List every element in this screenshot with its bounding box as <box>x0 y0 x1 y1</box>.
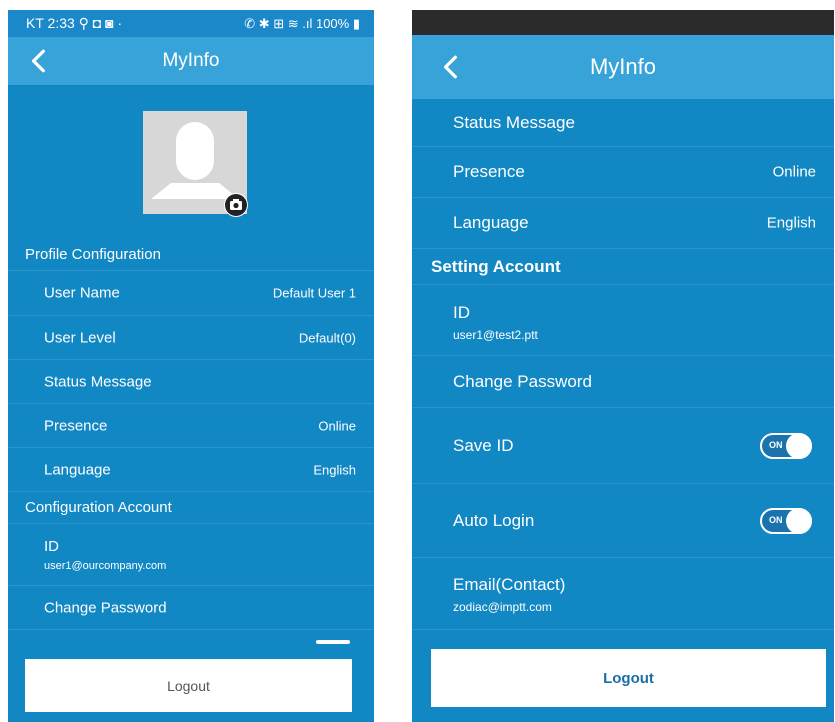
toggle-state-label: ON <box>769 440 783 450</box>
row-status-message[interactable]: Status Message <box>412 99 834 147</box>
logout-button[interactable]: Logout <box>431 649 826 707</box>
status-bar-right: ✆ ✱ ⊞ ≋ .ıl 100% ▮ <box>244 15 360 31</box>
row-change-password[interactable]: Change Password <box>8 586 374 630</box>
right-phone-screen: MyInfo Status Message Presence Online La… <box>412 10 834 722</box>
row-presence[interactable]: Presence Online <box>412 147 834 198</box>
toggle-state-label: ON <box>769 515 783 525</box>
section-label: Setting Account <box>431 256 561 276</box>
logout-button[interactable]: Logout <box>25 659 352 712</box>
row-label: Presence <box>44 417 108 434</box>
left-phone-screen: KT 2:33 ⚲ ◘ ◙ · ✆ ✱ ⊞ ≋ .ıl 100% ▮ MyInf… <box>8 10 374 722</box>
row-value: English <box>766 214 816 232</box>
row-label: ID <box>44 538 59 555</box>
row-value: English <box>313 462 356 477</box>
save-id-toggle[interactable]: ON <box>760 433 812 459</box>
section-setting-account: Setting Account <box>412 249 834 285</box>
row-label: Change Password <box>453 371 592 391</box>
row-label: Status Message <box>44 373 152 390</box>
row-label: Change Password <box>44 599 167 616</box>
row-id[interactable]: ID user1@test2.ptt <box>412 285 834 356</box>
row-email-contact[interactable]: Email(Contact) zodiac@imptt.com <box>412 558 834 630</box>
row-language[interactable]: Language English <box>412 198 834 249</box>
row-label: Save ID <box>453 435 514 455</box>
row-label: Status Message <box>453 112 575 132</box>
row-label: Language <box>453 213 529 232</box>
back-arrow-icon[interactable] <box>438 54 464 80</box>
section-configuration-account: Configuration Account <box>8 492 374 524</box>
page-title: MyInfo <box>162 50 220 71</box>
row-presence[interactable]: Presence Online <box>8 404 374 448</box>
row-value: zodiac@imptt.com <box>453 600 552 614</box>
section-label: Profile Configuration <box>25 246 161 263</box>
auto-login-toggle[interactable]: ON <box>760 508 812 534</box>
row-value: user1@ourcompany.com <box>44 560 167 572</box>
row-label: Language <box>44 461 111 478</box>
page-title: MyInfo <box>589 54 657 79</box>
header-bar: MyInfo <box>8 37 374 85</box>
logout-label: Logout <box>603 669 654 687</box>
back-arrow-icon[interactable] <box>26 48 52 74</box>
status-bar: KT 2:33 ⚲ ◘ ◙ · ✆ ✱ ⊞ ≋ .ıl 100% ▮ <box>8 10 374 37</box>
row-label: ID <box>453 303 470 322</box>
row-value: Default User 1 <box>272 285 356 301</box>
row-value: user1@test2.ptt <box>453 328 538 342</box>
row-label: Auto Login <box>453 510 535 530</box>
row-label: User Level <box>44 329 116 346</box>
header-bar: MyInfo <box>412 35 834 99</box>
section-label: Configuration Account <box>25 499 172 516</box>
row-change-password[interactable]: Change Password <box>412 356 834 408</box>
row-label: User Name <box>44 284 120 302</box>
row-label: Email(Contact) <box>453 575 566 594</box>
row-value: Online <box>318 418 356 433</box>
camera-icon[interactable] <box>224 193 248 217</box>
status-bar <box>412 10 834 35</box>
row-value: Online <box>772 163 816 181</box>
status-bar-left: KT 2:33 ⚲ ◘ ◙ · <box>26 15 123 31</box>
toggle-knob <box>786 433 812 459</box>
row-user-level[interactable]: User Level Default(0) <box>8 316 374 360</box>
partial-toggle[interactable] <box>316 640 350 644</box>
row-auto-login: Auto Login ON <box>412 484 834 558</box>
section-profile-configuration: Profile Configuration <box>8 239 374 271</box>
row-value: Default(0) <box>298 330 356 345</box>
row-status-message[interactable]: Status Message <box>8 360 374 404</box>
row-user-name[interactable]: User Name Default User 1 <box>8 271 374 316</box>
row-label: Presence <box>453 162 525 181</box>
row-save-id: Save ID ON <box>412 408 834 484</box>
toggle-knob <box>786 508 812 534</box>
logout-label: Logout <box>167 677 210 694</box>
row-id[interactable]: ID user1@ourcompany.com <box>8 524 374 586</box>
row-language[interactable]: Language English <box>8 448 374 492</box>
